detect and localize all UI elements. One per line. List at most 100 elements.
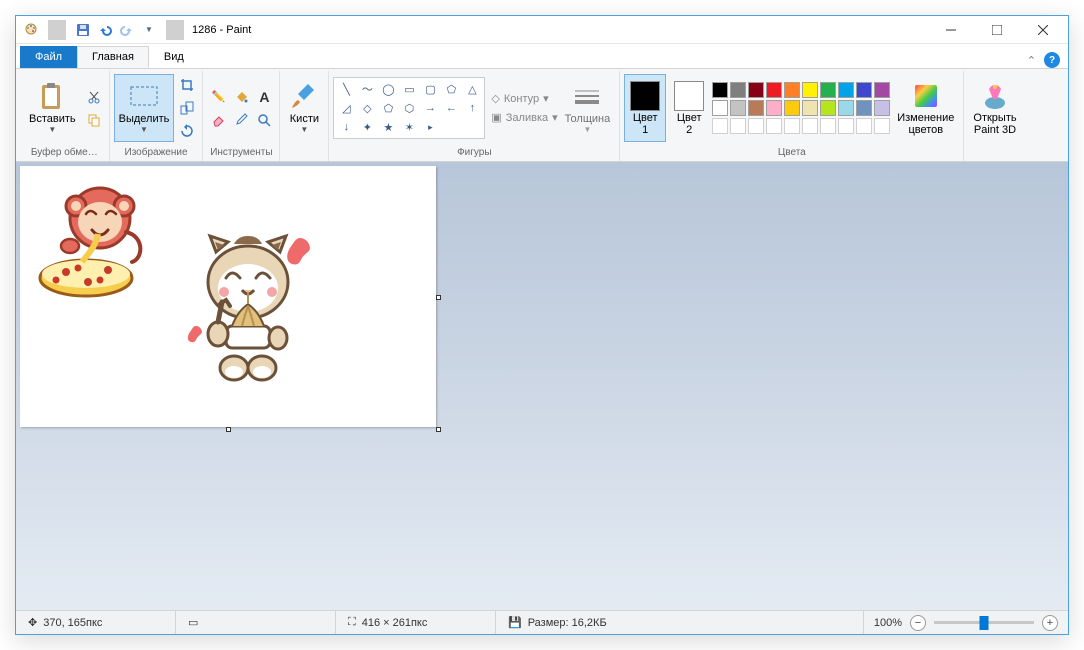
filesize-icon: 💾	[508, 616, 522, 629]
shape-outline[interactable]: ◇Контур ▾	[491, 92, 557, 105]
palette-swatch[interactable]	[820, 100, 836, 116]
chevron-down-icon: ▼	[583, 126, 591, 135]
eyedropper-icon[interactable]	[230, 109, 252, 131]
redo-icon[interactable]	[118, 20, 136, 40]
group-brushes: Кисти ▼	[280, 71, 329, 161]
save-icon[interactable]	[74, 20, 92, 40]
undo-icon[interactable]	[96, 20, 114, 40]
zoom-in-button[interactable]: +	[1042, 615, 1058, 631]
file-size: Размер: 16,2КБ	[528, 617, 607, 629]
resize-handle-se[interactable]	[436, 427, 441, 432]
cut-icon[interactable]	[83, 86, 105, 108]
select-button[interactable]: Выделить ▼	[114, 74, 175, 142]
qat-dropdown-icon[interactable]: ▼	[140, 20, 158, 40]
outline-icon: ◇	[491, 92, 499, 105]
palette-swatch[interactable]	[784, 118, 800, 134]
palette-swatch[interactable]	[730, 118, 746, 134]
palette-swatch[interactable]	[766, 82, 782, 98]
edit-colors-button[interactable]: Изменение цветов	[892, 74, 959, 142]
shape-more: ▸	[420, 118, 440, 136]
shape-polygon: ⬠	[441, 80, 461, 98]
palette-swatch[interactable]	[856, 100, 872, 116]
palette-swatch[interactable]	[838, 100, 854, 116]
copy-icon[interactable]	[83, 109, 105, 131]
resize-handle-s[interactable]	[226, 427, 231, 432]
minimize-button[interactable]	[928, 16, 974, 44]
pencil-icon[interactable]: ✏️	[207, 86, 229, 108]
close-button[interactable]	[1020, 16, 1066, 44]
paint3d-button[interactable]: Открыть Paint 3D	[968, 74, 1021, 142]
palette-swatch[interactable]	[748, 118, 764, 134]
shape-hexagon: ⬡	[399, 99, 419, 117]
color1-button[interactable]: Цвет 1	[624, 74, 666, 142]
magnifier-icon[interactable]	[253, 109, 275, 131]
palette-swatch[interactable]	[766, 100, 782, 116]
brushes-button[interactable]: Кисти ▼	[284, 74, 324, 142]
palette-swatch[interactable]	[766, 118, 782, 134]
shape-uarrow: ↑	[462, 99, 482, 117]
cursor-pos: 370, 165пкс	[43, 617, 102, 629]
palette-swatch[interactable]	[874, 82, 890, 98]
color-palette[interactable]	[712, 82, 890, 134]
palette-swatch[interactable]	[874, 100, 890, 116]
canvas-image-monkey	[26, 172, 156, 302]
shape-line: ╲	[336, 80, 356, 98]
palette-swatch[interactable]	[712, 100, 728, 116]
thickness-button[interactable]: Толщина ▼	[560, 74, 616, 142]
group-image: Выделить ▼ Изображение	[110, 71, 204, 161]
tab-file[interactable]: Файл	[20, 46, 77, 68]
palette-swatch[interactable]	[730, 100, 746, 116]
shape-curve: 〜	[357, 80, 377, 98]
palette-swatch[interactable]	[838, 118, 854, 134]
canvas-image-cat	[172, 226, 322, 386]
shape-star4: ✦	[357, 118, 377, 136]
group-clipboard: Вставить ▼ Буфер обме…	[20, 71, 110, 161]
shape-rect: ▭	[399, 80, 419, 98]
group-shapes: ╲〜◯▭▢⬠△ ◿◇⬠⬡→←↑ ↓✦★✶▸ ◇Контур ▾ ▣Заливка…	[329, 71, 620, 161]
statusbar: ✥370, 165пкс ▭ ⛶416 × 261пкс 💾Размер: 16…	[16, 610, 1068, 634]
palette-swatch[interactable]	[856, 118, 872, 134]
palette-swatch[interactable]	[748, 82, 764, 98]
palette-swatch[interactable]	[712, 118, 728, 134]
palette-swatch[interactable]	[730, 82, 746, 98]
palette-swatch[interactable]	[802, 118, 818, 134]
window-title: 1286 - Paint	[192, 24, 251, 36]
palette-swatch[interactable]	[874, 118, 890, 134]
shape-fill[interactable]: ▣Заливка ▾	[491, 111, 557, 124]
palette-swatch[interactable]	[820, 82, 836, 98]
zoom-out-button[interactable]: −	[910, 615, 926, 631]
canvas[interactable]	[20, 166, 436, 427]
palette-swatch[interactable]	[712, 82, 728, 98]
canvas-area[interactable]	[16, 162, 1068, 610]
ribbon-tabs: Файл Главная Вид ⌃ ?	[16, 44, 1068, 68]
shape-rtri: ◿	[336, 99, 356, 117]
shape-darrow: ↓	[336, 118, 356, 136]
zoom-slider[interactable]	[934, 621, 1034, 624]
bucket-icon[interactable]	[230, 86, 252, 108]
tab-home[interactable]: Главная	[77, 46, 149, 68]
palette-swatch[interactable]	[748, 100, 764, 116]
collapse-ribbon-icon[interactable]: ⌃	[1027, 54, 1036, 67]
shape-gallery[interactable]: ╲〜◯▭▢⬠△ ◿◇⬠⬡→←↑ ↓✦★✶▸	[333, 77, 485, 139]
text-icon[interactable]: A	[253, 86, 275, 108]
crop-icon[interactable]	[176, 74, 198, 96]
palette-swatch[interactable]	[784, 82, 800, 98]
color2-button[interactable]: Цвет 2	[668, 74, 710, 142]
maximize-button[interactable]	[974, 16, 1020, 44]
chevron-down-icon: ▼	[300, 126, 308, 135]
palette-swatch[interactable]	[784, 100, 800, 116]
help-icon[interactable]: ?	[1044, 52, 1060, 68]
palette-swatch[interactable]	[802, 100, 818, 116]
paste-button[interactable]: Вставить ▼	[24, 74, 81, 142]
tab-view[interactable]: Вид	[149, 46, 199, 68]
palette-swatch[interactable]	[802, 82, 818, 98]
resize-icon[interactable]	[176, 97, 198, 119]
palette-swatch[interactable]	[820, 118, 836, 134]
resize-handle-e[interactable]	[436, 295, 441, 300]
group-colors: Цвет 1 Цвет 2 Изменение цветов Цвета	[620, 71, 964, 161]
rotate-icon[interactable]	[176, 120, 198, 142]
palette-swatch[interactable]	[838, 82, 854, 98]
palette-swatch[interactable]	[856, 82, 872, 98]
chevron-down-icon: ▼	[48, 126, 56, 135]
eraser-icon[interactable]	[207, 109, 229, 131]
